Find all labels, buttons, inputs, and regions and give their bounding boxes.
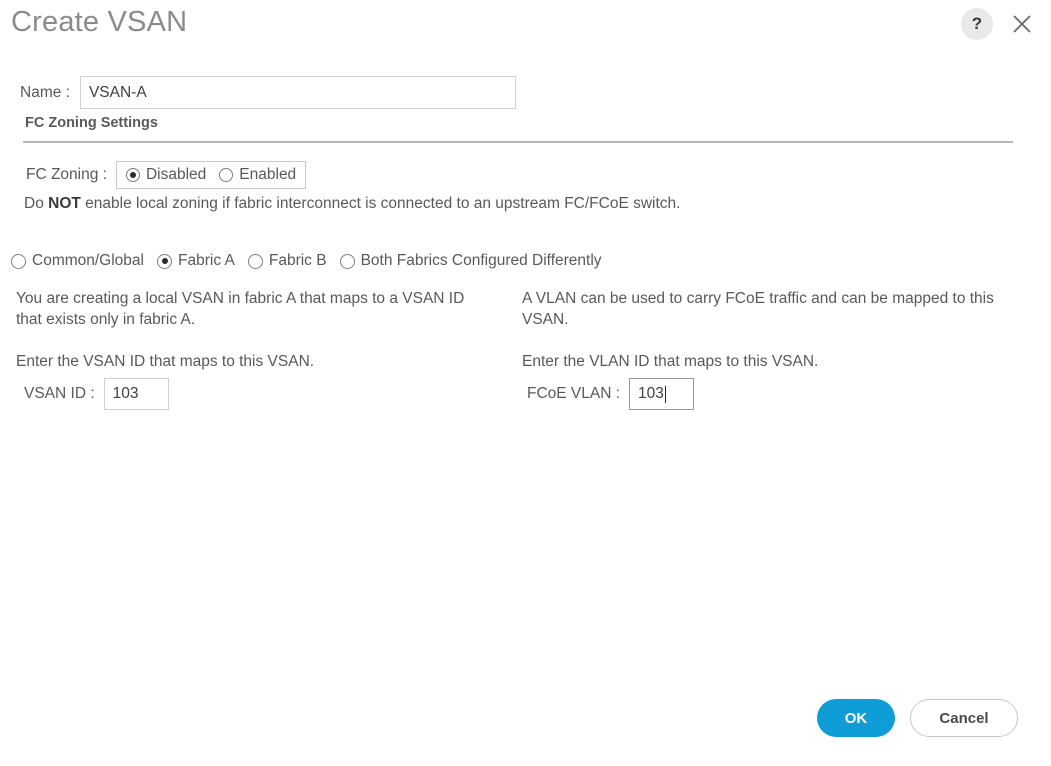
radio-fabric-b[interactable]: Fabric B	[247, 252, 327, 270]
radio-mark-icon	[219, 168, 234, 182]
fc-zoning-row: FC Zoning : Disabled Enabled	[26, 161, 307, 189]
radio-common-global[interactable]: Common/Global	[11, 252, 144, 270]
vsan-id-label: VSAN ID :	[24, 385, 95, 402]
fcoe-vlan-row: FCoE VLAN : 103	[527, 378, 695, 410]
name-input[interactable]	[79, 76, 516, 109]
fc-zoning-radio-group: Disabled Enabled	[115, 161, 307, 189]
vsan-description-column: You are creating a local VSAN in fabric …	[16, 288, 486, 372]
fcoe-vlan-label: FCoE VLAN :	[527, 385, 621, 402]
radio-mark-selected-icon	[157, 253, 172, 269]
radio-mark-icon	[11, 253, 26, 269]
radio-label-common-global: Common/Global	[32, 252, 144, 269]
section-divider	[23, 141, 1013, 143]
vlan-description-text: A VLAN can be used to carry FCoE traffic…	[522, 290, 994, 328]
page-title: Create VSAN	[11, 6, 188, 38]
fc-zoning-label: FC Zoning :	[26, 166, 107, 183]
radio-fabric-a[interactable]: Fabric A	[157, 252, 235, 270]
vlan-instruction-text: Enter the VLAN ID that maps to this VSAN…	[522, 353, 819, 370]
radio-fc-zoning-disabled[interactable]: Disabled	[125, 166, 207, 184]
radio-label-fabric-b: Fabric B	[268, 252, 327, 269]
create-vsan-dialog: Create VSAN ? Name : FC Zoning Settings …	[0, 0, 1051, 766]
warning-bold-not: NOT	[48, 195, 81, 212]
cancel-button[interactable]: Cancel	[910, 699, 1018, 737]
close-icon	[1013, 15, 1031, 33]
vsan-id-input[interactable]	[103, 378, 169, 410]
warning-suffix: enable local zoning if fabric interconne…	[80, 195, 681, 212]
radio-label-both-fabrics: Both Fabrics Configured Differently	[360, 252, 602, 269]
fabric-scope-radio-group: Common/Global Fabric A Fabric B Both Fab…	[11, 252, 602, 270]
fc-zoning-warning: Do NOT enable local zoning if fabric int…	[24, 195, 680, 213]
fcoe-vlan-input[interactable]: 103	[629, 378, 695, 410]
radio-mark-icon	[247, 253, 263, 269]
header-actions: ?	[961, 8, 1037, 40]
ok-button[interactable]: OK	[817, 699, 895, 737]
vlan-description-column: A VLAN can be used to carry FCoE traffic…	[522, 288, 1027, 372]
radio-both-fabrics[interactable]: Both Fabrics Configured Differently	[339, 252, 602, 270]
radio-mark-icon	[339, 253, 355, 269]
vsan-description-text: You are creating a local VSAN in fabric …	[16, 290, 465, 328]
fc-zoning-settings-heading: FC Zoning Settings	[25, 115, 158, 131]
help-button[interactable]: ?	[961, 8, 993, 40]
radio-label-fabric-a: Fabric A	[178, 252, 235, 269]
radio-label-disabled: Disabled	[145, 166, 207, 183]
vsan-id-row: VSAN ID :	[24, 378, 169, 410]
name-field-row: Name :	[20, 76, 516, 109]
radio-mark-selected-icon	[125, 168, 140, 182]
question-mark-icon: ?	[971, 14, 983, 33]
text-caret	[664, 385, 667, 403]
radio-label-enabled: Enabled	[239, 166, 297, 183]
name-label: Name :	[20, 83, 70, 101]
fcoe-vlan-value: 103	[638, 385, 664, 402]
warning-prefix: Do	[24, 195, 49, 212]
dialog-header: Create VSAN ?	[0, 0, 1051, 58]
vsan-instruction-text: Enter the VSAN ID that maps to this VSAN…	[16, 353, 315, 370]
close-button[interactable]	[1007, 9, 1037, 39]
dialog-footer: OK Cancel	[817, 699, 1018, 737]
radio-fc-zoning-enabled[interactable]: Enabled	[219, 166, 296, 184]
